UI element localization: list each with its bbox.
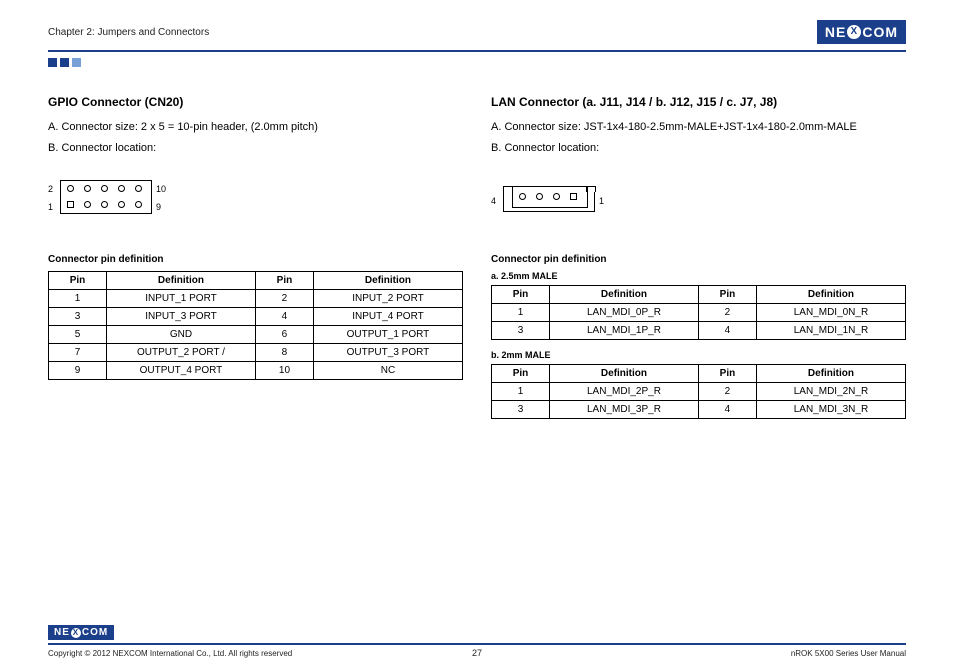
th-def: Definition — [756, 365, 905, 383]
table-header-row: Pin Definition Pin Definition — [49, 272, 463, 290]
pin-label-1: 1 — [48, 202, 53, 212]
right-column: LAN Connector (a. J11, J14 / b. J12, J15… — [491, 95, 906, 429]
th-pin: Pin — [255, 272, 313, 290]
copyright-text: Copyright © 2012 NEXCOM International Co… — [48, 649, 292, 658]
th-pin: Pin — [698, 286, 756, 304]
gpio-subhead: Connector pin definition — [48, 254, 463, 265]
table-row: 3LAN_MDI_3P_R4LAN_MDI_3N_R — [492, 401, 906, 419]
content-columns: GPIO Connector (CN20) A. Connector size:… — [48, 95, 906, 429]
table-header-row: Pin Definition Pin Definition — [492, 365, 906, 383]
pin-dot — [101, 201, 108, 208]
pin-dot — [118, 201, 125, 208]
pin-dot — [84, 201, 91, 208]
pin-square — [570, 193, 577, 200]
lan-table-b: Pin Definition Pin Definition 1LAN_MDI_2… — [491, 364, 906, 419]
lan-subhead-a: a. 2.5mm MALE — [491, 271, 906, 281]
lan-tab — [503, 186, 513, 192]
table-row: 3INPUT_3 PORT4INPUT_4 PORT — [49, 308, 463, 326]
chapter-label: Chapter 2: Jumpers and Connectors — [48, 27, 209, 38]
pin-label-10: 10 — [156, 184, 166, 194]
pin-dot — [101, 185, 108, 192]
gpio-table: Pin Definition Pin Definition 1INPUT_1 P… — [48, 271, 463, 380]
table-header-row: Pin Definition Pin Definition — [492, 286, 906, 304]
brand-post: COM — [862, 24, 898, 40]
th-def: Definition — [549, 365, 698, 383]
square-icon — [60, 58, 69, 67]
footer-rule — [48, 643, 906, 645]
gpio-line-a: A. Connector size: 2 x 5 = 10-pin header… — [48, 119, 463, 136]
table-row: 1LAN_MDI_2P_R2LAN_MDI_2N_R — [492, 383, 906, 401]
lan-inner-box — [512, 186, 588, 208]
pin-label-9: 9 — [156, 202, 161, 212]
gpio-diagram: 2 1 10 9 — [48, 180, 208, 226]
pin-dot — [519, 193, 526, 200]
pin-dot — [135, 185, 142, 192]
table-row: 3LAN_MDI_1P_R4LAN_MDI_1N_R — [492, 322, 906, 340]
header-rule — [48, 50, 906, 52]
footer-row: Copyright © 2012 NEXCOM International Co… — [48, 649, 906, 658]
pin-label-4: 4 — [491, 196, 496, 206]
th-def: Definition — [549, 286, 698, 304]
gpio-line-b: B. Connector location: — [48, 140, 463, 157]
th-def: Definition — [756, 286, 905, 304]
gpio-header-box — [60, 180, 152, 214]
pin-dot — [84, 185, 91, 192]
lan-title: LAN Connector (a. J11, J14 / b. J12, J15… — [491, 95, 906, 109]
pin-dot — [67, 185, 74, 192]
pin-dot — [553, 193, 560, 200]
brand-pre: NE — [54, 627, 70, 638]
th-pin: Pin — [698, 365, 756, 383]
accent-squares — [48, 58, 906, 67]
th-pin: Pin — [49, 272, 107, 290]
table-row: 1LAN_MDI_0P_R2LAN_MDI_0N_R — [492, 304, 906, 322]
table-row: 5GND6OUTPUT_1 PORT — [49, 326, 463, 344]
pin-label-1: 1 — [599, 196, 604, 206]
th-def: Definition — [106, 272, 255, 290]
pin-dot — [536, 193, 543, 200]
pin-label-2: 2 — [48, 184, 53, 194]
brand-x-icon: X — [71, 628, 81, 638]
page-number: 27 — [472, 648, 482, 658]
lan-subhead: Connector pin definition — [491, 254, 906, 265]
brand-pre: NE — [825, 24, 846, 40]
brand-x-icon: X — [847, 25, 861, 39]
lan-outer-box — [503, 192, 595, 212]
square-icon — [72, 58, 81, 67]
lan-diagram: 4 1 — [491, 180, 651, 226]
gpio-title: GPIO Connector (CN20) — [48, 95, 463, 109]
brand-post: COM — [82, 627, 108, 638]
pin-dot — [135, 201, 142, 208]
th-def: Definition — [313, 272, 462, 290]
th-pin: Pin — [492, 365, 550, 383]
lan-subhead-b: b. 2mm MALE — [491, 350, 906, 360]
table-row: 1INPUT_1 PORT2INPUT_2 PORT — [49, 290, 463, 308]
table-row: 9OUTPUT_4 PORT10NC — [49, 362, 463, 380]
pin-dot — [118, 185, 125, 192]
page-header: Chapter 2: Jumpers and Connectors NE X C… — [48, 18, 906, 46]
manual-name: nROK 5X00 Series User Manual — [791, 649, 906, 658]
pin-square — [67, 201, 74, 208]
page-footer: NEXCOM Copyright © 2012 NEXCOM Internati… — [48, 622, 906, 658]
brand-logo: NE X COM — [817, 20, 906, 44]
lan-line-a: A. Connector size: JST-1x4-180-2.5mm-MAL… — [491, 119, 906, 136]
lan-line-b: B. Connector location: — [491, 140, 906, 157]
square-icon — [48, 58, 57, 67]
footer-brand-logo: NEXCOM — [48, 625, 114, 640]
lan-table-a: Pin Definition Pin Definition 1LAN_MDI_0… — [491, 285, 906, 340]
left-column: GPIO Connector (CN20) A. Connector size:… — [48, 95, 463, 429]
th-pin: Pin — [492, 286, 550, 304]
table-row: 7OUTPUT_2 PORT /8OUTPUT_3 PORT — [49, 344, 463, 362]
